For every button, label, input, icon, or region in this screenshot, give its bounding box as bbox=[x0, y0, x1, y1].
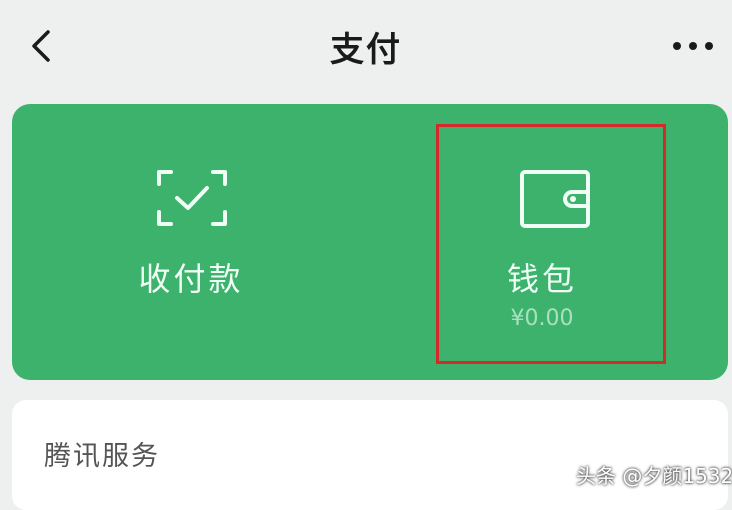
watermark-text: 头条 @夕颜15326 bbox=[576, 464, 732, 488]
top-bar: 支付 bbox=[0, 0, 732, 96]
wallet-label: 钱包 bbox=[506, 260, 577, 298]
watermark: 头条 @夕颜15326 bbox=[556, 458, 732, 498]
wallet-balance: ¥0.00 bbox=[510, 306, 574, 331]
page-title: 支付 bbox=[330, 30, 402, 70]
collect-pay-label: 收付款 bbox=[138, 260, 244, 298]
section-title: 腾讯服务 bbox=[44, 441, 160, 472]
more-dots-icon[interactable] bbox=[668, 36, 718, 56]
payment-card: 收付款 钱包 ¥0.00 bbox=[12, 104, 728, 380]
wallet-button[interactable]: 钱包 ¥0.00 bbox=[370, 104, 728, 380]
watermark-logo-icon bbox=[557, 465, 577, 481]
collect-pay-button[interactable]: 收付款 bbox=[12, 104, 370, 380]
scan-frame-check-icon bbox=[157, 170, 227, 226]
wallet-icon bbox=[520, 170, 590, 228]
